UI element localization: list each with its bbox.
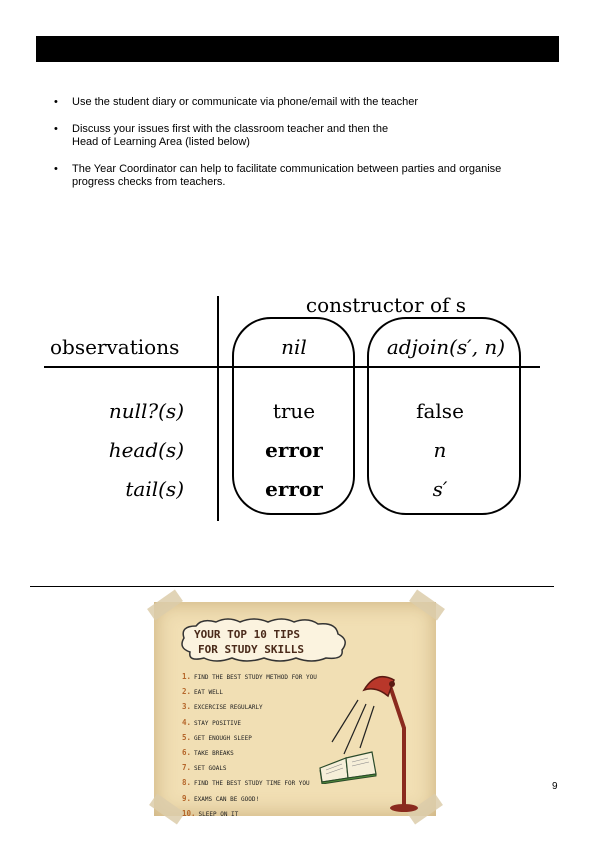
desk-lamp-illustration bbox=[331, 675, 418, 812]
tip-item: 4. STAY POSITIVE bbox=[182, 716, 317, 731]
tip-text: EXAMS CAN BE GOOD! bbox=[194, 795, 260, 803]
tip-text: EAT WELL bbox=[194, 689, 223, 697]
tip-item: 10. SLEEP ON IT bbox=[182, 807, 317, 822]
tip-text: FIND THE BEST STUDY METHOD FOR YOU bbox=[194, 674, 317, 681]
bullet-text: Head of Learning Area (listed below) bbox=[72, 136, 250, 148]
row-obs: head(s) bbox=[109, 438, 184, 462]
lamp-shade-icon bbox=[362, 675, 395, 698]
page-number: 9 bbox=[552, 781, 558, 792]
tip-item: 8. FIND THE BEST STUDY TIME FOR YOU bbox=[182, 776, 317, 791]
poster-title-line2: FOR STUDY SKILLS bbox=[198, 643, 304, 656]
tip-number: 6. bbox=[182, 748, 192, 758]
bullet-item: Use the student diary or communicate via… bbox=[54, 96, 554, 109]
lamp-base-icon bbox=[390, 804, 418, 812]
bullet-text: Discuss your issues first with the class… bbox=[72, 123, 389, 135]
tip-text: SET GOALS bbox=[194, 765, 227, 773]
bullet-text: progress checks from teachers. bbox=[72, 176, 226, 188]
tip-item: 3. EXCERCISE REGULARLY bbox=[182, 700, 317, 715]
row-adjoin-value: n bbox=[434, 438, 447, 462]
tip-item: 7. SET GOALS bbox=[182, 761, 317, 776]
light-ray-icon bbox=[343, 703, 367, 755]
tip-item: 5. GET ENOUGH SLEEP bbox=[182, 731, 317, 746]
row-adjoin-value: s′ bbox=[433, 477, 448, 501]
tip-text: FIND THE BEST STUDY TIME FOR YOU bbox=[194, 780, 310, 788]
row-nil-value: error bbox=[265, 477, 323, 501]
tip-number: 2. bbox=[182, 687, 192, 697]
constructor-observation-table: constructor of s observations nil adjoin… bbox=[26, 206, 556, 586]
tip-text: GET ENOUGH SLEEP bbox=[194, 734, 252, 742]
row-nil-value: error bbox=[265, 438, 323, 462]
tip-item: 2. EAT WELL bbox=[182, 685, 317, 700]
constructor-nil: nil bbox=[281, 335, 307, 359]
bullet-text: The Year Coordinator can help to facilit… bbox=[72, 163, 502, 175]
row-adjoin-value: false bbox=[416, 399, 464, 423]
row-nil-value: true bbox=[273, 399, 315, 423]
figure-bottom-rule bbox=[30, 586, 554, 587]
study-tips-poster: YOUR TOP 10 TIPS FOR STUDY SKILLS 1. FIND… bbox=[147, 589, 445, 825]
constructor-header: constructor of s bbox=[306, 293, 466, 317]
header-bar bbox=[36, 36, 559, 62]
bullet-item: The Year Coordinator can help to facilit… bbox=[54, 163, 554, 189]
bullet-item: Discuss your issues first with the class… bbox=[54, 123, 554, 149]
tip-number: 7. bbox=[182, 763, 192, 773]
tip-text: SLEEP ON IT bbox=[198, 810, 239, 818]
tip-number: 3. bbox=[182, 702, 192, 712]
lamp-arm-icon bbox=[388, 684, 406, 808]
tip-number: 4. bbox=[182, 717, 192, 727]
bullet-list: Use the student diary or communicate via… bbox=[54, 96, 554, 203]
tip-number: 5. bbox=[182, 732, 192, 742]
poster-title-line1: YOUR TOP 10 TIPS bbox=[194, 628, 300, 641]
tip-number: 8. bbox=[182, 778, 192, 788]
tip-item: 1. FIND THE BEST STUDY METHOD FOR YOU bbox=[182, 670, 317, 685]
row-obs: null?(s) bbox=[109, 399, 184, 423]
tip-number: 1. bbox=[182, 672, 192, 681]
open-book-icon bbox=[319, 751, 377, 784]
constructor-adjoin: adjoin(s′, n) bbox=[387, 335, 505, 359]
observations-label: observations bbox=[50, 335, 179, 359]
tip-text: STAY POSITIVE bbox=[194, 719, 241, 727]
row-obs: tail(s) bbox=[125, 477, 184, 501]
bullet-text: Use the student diary or communicate via… bbox=[72, 96, 419, 108]
tip-item: 9. EXAMS CAN BE GOOD! bbox=[182, 792, 317, 807]
tip-item: 6. TAKE BREAKS bbox=[182, 746, 317, 761]
table-graphic: constructor of s observations nil adjoin… bbox=[44, 293, 540, 521]
tip-number: 9. bbox=[182, 793, 192, 803]
tip-number: 10. bbox=[182, 808, 196, 818]
tip-text: EXCERCISE REGULARLY bbox=[194, 704, 263, 712]
tip-text: TAKE BREAKS bbox=[194, 750, 234, 758]
light-ray-icon bbox=[331, 699, 359, 743]
tips-list: 1. FIND THE BEST STUDY METHOD FOR YOU 2. E… bbox=[182, 670, 317, 822]
